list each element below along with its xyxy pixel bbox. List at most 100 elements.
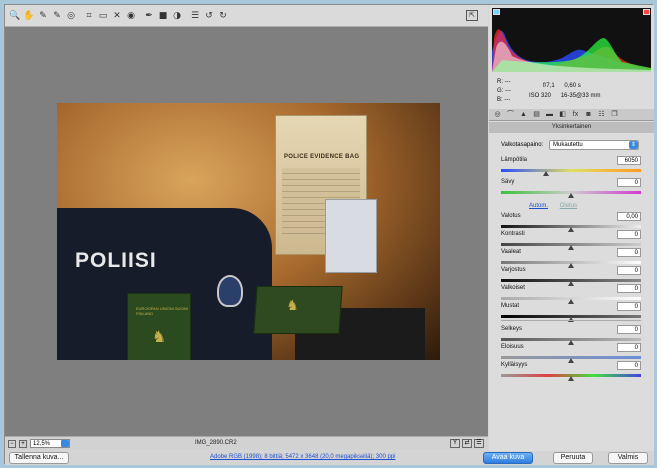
slider-mustat[interactable]: Mustat 0 [501, 302, 641, 325]
slider-value-input[interactable]: 0 [617, 361, 641, 370]
passport-text: EUROOPAN UNIONI SUOMI FINLAND [136, 306, 188, 316]
camera-info: f/7,1 0,60 s ISO 320 16-35@33 mm [529, 81, 608, 101]
slider-track[interactable] [501, 169, 641, 172]
panel-tabs: ◎ ⌒ ▲ ▤ ▬ ◧ fx ◙ ☷ ❐ [489, 109, 654, 121]
slider-label: Selkeys [501, 326, 523, 332]
tab-basic-icon[interactable]: ◎ [492, 110, 503, 119]
slider-label: Kylläisyys [501, 362, 528, 368]
slider-value-input[interactable]: 0 [617, 178, 641, 187]
adjustments-panel: R: --- G: --- B: --- f/7,1 0,60 s ISO 32… [489, 5, 654, 451]
wb-label: Valkotasapaino: [501, 142, 544, 148]
preferences-icon[interactable]: ☰ [189, 10, 201, 22]
color-sampler-icon[interactable]: ✎ [51, 10, 63, 22]
image-info: R: --- G: --- B: --- f/7,1 0,60 s ISO 32… [489, 75, 654, 107]
fullscreen-toggle-icon[interactable]: ⇱ [466, 10, 478, 21]
tab-camera-calibration-icon[interactable]: ◙ [583, 110, 594, 119]
slider-label: Valkoiset [501, 285, 525, 291]
shadow-clipping-toggle[interactable] [493, 9, 500, 15]
straighten-icon[interactable]: ▭ [97, 10, 109, 22]
radial-filter-icon[interactable]: ◑ [171, 10, 183, 22]
highlight-clipping-toggle[interactable] [643, 9, 650, 15]
passport: EUROOPAN UNIONI SUOMI FINLAND ♞ [127, 293, 191, 360]
slider-value-input[interactable]: 0 [617, 343, 641, 352]
open-image-button[interactable]: Avaa kuva [483, 452, 533, 464]
rgb-readout: R: --- G: --- B: --- [497, 78, 511, 105]
slider-label: Vaaleat [501, 249, 521, 255]
tab-lens-icon[interactable]: ◧ [557, 110, 568, 119]
zoom-in-button[interactable]: + [19, 439, 27, 448]
rotate-cw-icon[interactable]: ↻ [217, 10, 229, 22]
slider-thumb[interactable] [542, 171, 549, 176]
slider-label: Kontrasti [501, 231, 525, 237]
workflow-options-link[interactable]: Adobe RGB (1998); 8 bittiä; 5472 x 3648 … [210, 454, 395, 460]
lion-emblem-icon: ♞ [151, 329, 167, 346]
lens-value: 16-35@33 mm [560, 93, 601, 99]
slider-value-input[interactable]: 0 [617, 266, 641, 275]
tab-split-toning-icon[interactable]: ▬ [544, 110, 555, 119]
tab-detail-icon[interactable]: ▲ [518, 110, 529, 119]
slider-label: Lämpötila [501, 157, 528, 163]
zoom-select[interactable]: 12,5% [30, 439, 70, 448]
toolbar: 🔍 ✋ ✎ ✎ ◎ ⌗ ▭ ✕ ◉ ✒ ■ ◑ ☰ ↺ ↻ [5, 5, 488, 27]
slider-value-input[interactable]: 0 [617, 325, 641, 334]
red-eye-icon[interactable]: ◉ [125, 10, 137, 22]
slider-label: Mustat [501, 303, 520, 309]
zoom-out-button[interactable]: − [8, 439, 16, 448]
aperture-value: f/7,1 [543, 83, 555, 89]
white-balance-select[interactable]: Mukautettu ⇕ [549, 140, 639, 150]
tab-presets-icon[interactable]: ☷ [596, 110, 607, 119]
slider-value-input[interactable]: 0 [617, 230, 641, 239]
jacket-text: POLIISI [75, 249, 157, 272]
slider-label: Varjostus [501, 267, 526, 273]
shutter-value: 0,60 s [564, 83, 581, 89]
camera-raw-window: 🔍 ✋ ✎ ✎ ◎ ⌗ ▭ ✕ ◉ ✒ ■ ◑ ☰ ↺ ↻ ⇱ POLICE EVIDENCE BAG PO… [4, 4, 654, 465]
slider-label: Sävy [501, 179, 515, 185]
filename-label: IMG_2890.CR2 [195, 440, 237, 446]
white-balance-icon[interactable]: ✎ [37, 10, 49, 22]
default-link[interactable]: Oletus [560, 203, 577, 209]
rotate-ccw-icon[interactable]: ↺ [203, 10, 215, 22]
save-image-button[interactable]: Tallenna kuva... [9, 452, 69, 464]
zoom-value: 12,5% [33, 441, 51, 447]
chevron-down-icon [61, 440, 69, 447]
hand-icon[interactable]: ✋ [23, 10, 35, 22]
crop-icon[interactable]: ⌗ [83, 10, 95, 22]
chevron-down-icon: ⇕ [629, 141, 638, 149]
slider-thumb[interactable] [568, 193, 574, 198]
slider-sävy[interactable]: Sävy 0 [501, 178, 641, 201]
slider-label: Eloisuus [501, 344, 524, 350]
histogram-graph [492, 29, 651, 72]
swap-icon[interactable]: ⇄ [462, 439, 472, 448]
blank-card [325, 199, 377, 273]
zoom-icon[interactable]: 🔍 [9, 10, 21, 22]
slider-value-input[interactable]: 0 [617, 248, 641, 257]
lion-emblem-icon: ♞ [285, 297, 300, 313]
slider-lämpötila[interactable]: Lämpötila 6050 [501, 156, 641, 179]
target-adjust-icon[interactable]: ◎ [65, 10, 77, 22]
slider-kylläisyys[interactable]: Kylläisyys 0 [501, 361, 641, 384]
cancel-button[interactable]: Peruuta [553, 452, 593, 464]
image-preview-area[interactable]: POLICE EVIDENCE BAG POLIISI ♞ EUROOPAN U… [5, 27, 488, 437]
slider-value-input[interactable]: 0 [617, 284, 641, 293]
done-button[interactable]: Valmis [608, 452, 648, 464]
adjustment-brush-icon[interactable]: ✒ [143, 10, 155, 22]
slider-value-input[interactable]: 0,00 [617, 212, 641, 221]
tab-snapshots-icon[interactable]: ❐ [609, 110, 620, 119]
tab-effects-icon[interactable]: fx [570, 110, 581, 119]
graduated-filter-icon[interactable]: ■ [157, 10, 169, 22]
evidence-bag-title: POLICE EVIDENCE BAG [284, 154, 360, 160]
tab-hsl-icon[interactable]: ▤ [531, 110, 542, 119]
wb-value: Mukautettu [553, 142, 583, 148]
slider-thumb[interactable] [568, 376, 574, 381]
slider-value-input[interactable]: 0 [617, 302, 641, 311]
auto-link[interactable]: Autom. [529, 203, 548, 209]
slider-value-input[interactable]: 6050 [617, 156, 641, 165]
histogram [492, 8, 651, 72]
iso-value: ISO 320 [529, 93, 552, 99]
g-value: G: --- [497, 88, 511, 94]
compare-view-icon[interactable]: Y [450, 439, 460, 448]
settings-list-icon[interactable]: ☰ [474, 439, 484, 448]
spot-removal-icon[interactable]: ✕ [111, 10, 123, 22]
tab-tone-curve-icon[interactable]: ⌒ [505, 110, 516, 119]
status-bar: − + 12,5% IMG_2890.CR2 Y ⇄ ☰ [5, 436, 488, 450]
